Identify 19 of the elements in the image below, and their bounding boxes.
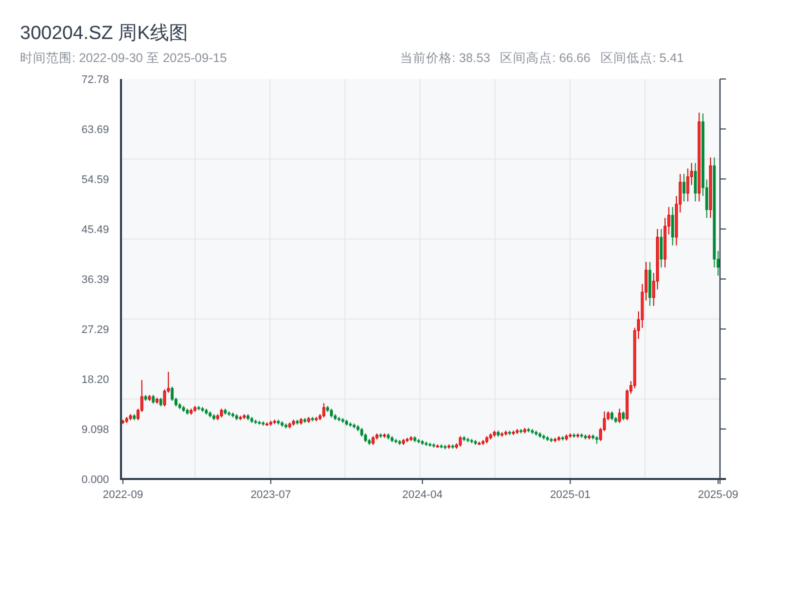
x-tick-label: 2025-01: [550, 488, 590, 501]
y-tick-label: 72.78: [81, 74, 109, 86]
price-stat: 区间高点: 66.66: [500, 50, 590, 67]
date-range: 时间范围: 2022-09-30 至 2025-09-15: [20, 50, 228, 67]
x-tick-label: 2024-04: [402, 488, 443, 501]
y-tick-label: 9.098: [81, 424, 109, 436]
price-stat: 区间低点: 5.41: [600, 50, 684, 67]
x-tick-label: 2023-07: [250, 488, 291, 501]
y-tick-label: 27.29: [81, 324, 109, 336]
x-tick-label: 2025-09: [698, 488, 738, 501]
y-tick-label: 18.20: [81, 374, 109, 386]
y-tick-label: 54.59: [81, 174, 109, 186]
y-tick-label: 63.69: [81, 124, 109, 136]
y-tick-label: 36.39: [81, 274, 109, 286]
y-tick-label: 0.000: [81, 474, 109, 486]
y-tick-label: 45.49: [81, 224, 109, 236]
price-stat: 当前价格: 38.53: [400, 50, 490, 67]
x-tick-label: 2022-09: [102, 488, 144, 501]
chart-title: 300204.SZ 周K线图: [20, 22, 188, 46]
